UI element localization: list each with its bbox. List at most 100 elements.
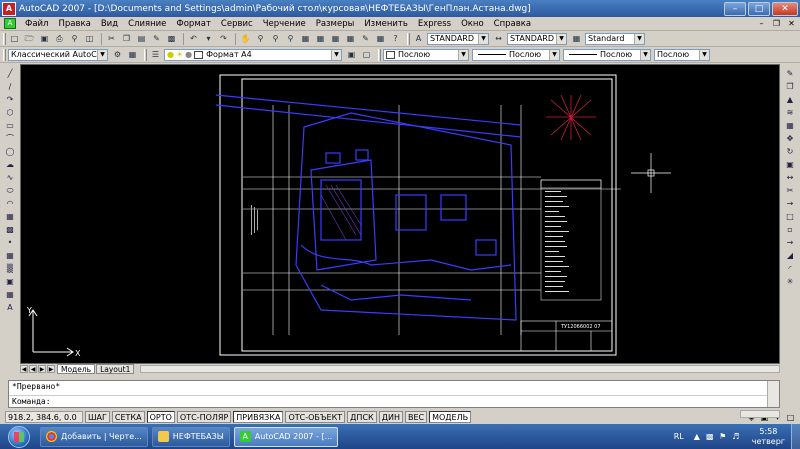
markup-icon[interactable]: ✎ — [359, 33, 372, 45]
autocad-logo-icon[interactable]: A — [2, 1, 16, 16]
plot-icon[interactable]: ⎙ — [53, 33, 66, 45]
toolbar-grip[interactable] — [407, 32, 410, 45]
make-object-layer-current-icon[interactable]: ▣ — [345, 49, 358, 61]
menu-format[interactable]: Формат — [171, 19, 216, 29]
erase-icon[interactable]: ✎ — [783, 68, 797, 80]
gradient-icon[interactable]: ▒ — [3, 263, 17, 275]
menu-file[interactable]: Файл — [20, 19, 53, 29]
coordinate-readout[interactable]: 918.2, 384.6, 0.0 — [5, 411, 83, 423]
table-style-icon[interactable]: ▦ — [570, 33, 583, 45]
table-style-select[interactable]: Standard ▼ — [585, 32, 645, 45]
tab-layout1[interactable]: Layout1 — [96, 364, 135, 374]
drawing-canvas[interactable]: ТУ12066002 07 Y X — [20, 64, 780, 364]
text-style-icon[interactable]: A — [412, 33, 425, 45]
tray-expand-icon[interactable]: ▲ — [692, 432, 702, 442]
menu-window[interactable]: Окно — [456, 19, 489, 29]
text-style-select[interactable]: STANDARD ▼ — [427, 32, 489, 45]
join-icon[interactable]: → — [783, 237, 797, 249]
new-file-icon[interactable]: □ — [8, 33, 21, 45]
multiline-text-icon[interactable]: A — [3, 302, 17, 314]
menu-edit[interactable]: Правка — [53, 19, 95, 29]
extend-icon[interactable]: → — [783, 198, 797, 210]
zoom-window-icon[interactable]: ⚲ — [269, 33, 282, 45]
construction-line-icon[interactable]: ∕ — [3, 81, 17, 93]
clock[interactable]: 5:58 четверг — [752, 427, 785, 447]
paste-icon[interactable]: ▤ — [135, 33, 148, 45]
circle-icon[interactable]: ◯ — [3, 146, 17, 158]
break-icon[interactable]: ▫ — [783, 224, 797, 236]
undo-dropdown-icon[interactable]: ▾ — [202, 33, 215, 45]
status-ducs-button[interactable]: ДПСК — [347, 411, 377, 423]
next-tab-icon[interactable]: ▶ — [38, 365, 46, 373]
status-dyn-button[interactable]: ДИН — [378, 411, 403, 423]
cut-icon[interactable]: ✂ — [105, 33, 118, 45]
layer-previous-icon[interactable]: ▢ — [360, 49, 373, 61]
close-button[interactable]: ✕ — [772, 1, 798, 16]
toolbar-grip[interactable] — [3, 48, 6, 61]
pan-icon[interactable]: ✋ — [239, 33, 252, 45]
tab-model[interactable]: Модель — [57, 364, 96, 374]
rectangle-icon[interactable]: ▭ — [3, 120, 17, 132]
workspace-settings-icon[interactable]: ⚙ — [111, 49, 124, 61]
maximize-button[interactable]: □ — [748, 1, 770, 16]
ellipse-arc-icon[interactable]: ◠ — [3, 198, 17, 210]
network-icon[interactable]: ▩ — [705, 432, 715, 442]
command-prompt[interactable]: Команда: — [9, 395, 779, 406]
menu-help[interactable]: Справка — [489, 19, 536, 29]
polyline-icon[interactable]: ↷ — [3, 94, 17, 106]
scale-icon[interactable]: ▣ — [783, 159, 797, 171]
zoom-realtime-icon[interactable]: ⚲ — [254, 33, 267, 45]
doc-close-icon[interactable]: ✕ — [785, 18, 798, 29]
polygon-icon[interactable]: ⬡ — [3, 107, 17, 119]
language-indicator[interactable]: RL — [674, 432, 684, 441]
volume-icon[interactable]: ♬ — [731, 432, 741, 442]
clean-screen-icon[interactable]: □ — [785, 412, 796, 423]
help-icon[interactable]: ? — [389, 33, 402, 45]
taskbar-button-folder[interactable]: НЕФТЕБАЗЫ — [151, 426, 230, 447]
menu-modify[interactable]: Изменить — [359, 19, 413, 29]
copy-icon[interactable]: ❐ — [120, 33, 133, 45]
properties-icon[interactable]: ▦ — [299, 33, 312, 45]
stretch-icon[interactable]: ↔ — [783, 172, 797, 184]
toolbar-grip[interactable] — [3, 32, 6, 45]
line-icon[interactable]: ╱ — [3, 68, 17, 80]
fillet-icon[interactable]: ◜ — [783, 263, 797, 275]
break-at-point-icon[interactable]: □ — [783, 211, 797, 223]
arc-icon[interactable]: ⌒ — [3, 133, 17, 145]
workspace-select[interactable]: Классический AutoCAD ▼ — [8, 48, 108, 61]
dim-style-icon[interactable]: ↔ — [492, 33, 505, 45]
status-otrack-button[interactable]: ОТС-ОБЪЕКТ — [285, 411, 346, 423]
save-icon[interactable]: ▣ — [38, 33, 51, 45]
dim-style-select[interactable]: STANDARD ▼ — [507, 32, 567, 45]
document-icon[interactable]: A — [4, 18, 16, 29]
status-ortho-button[interactable]: ОРТО — [146, 411, 175, 423]
make-block-icon[interactable]: ▩ — [3, 224, 17, 236]
status-polar-button[interactable]: ОТС-ПОЛЯР — [176, 411, 232, 423]
quickcalc-icon[interactable]: ▦ — [374, 33, 387, 45]
publish-icon[interactable]: ◫ — [83, 33, 96, 45]
table-icon[interactable]: ▦ — [3, 289, 17, 301]
taskbar-button-autocad[interactable]: A AutoCAD 2007 - [... — [233, 426, 339, 447]
menu-view[interactable]: Вид — [96, 19, 123, 29]
flag-icon[interactable]: ⚑ — [718, 432, 728, 442]
doc-minimize-icon[interactable]: – — [755, 18, 768, 29]
minimize-button[interactable]: – — [724, 1, 746, 16]
menu-tools[interactable]: Сервис — [216, 19, 258, 29]
horizontal-scrollbar[interactable] — [140, 365, 780, 373]
doc-restore-icon[interactable]: ❐ — [770, 18, 783, 29]
color-select[interactable]: Послою ▼ — [383, 48, 469, 61]
command-line[interactable]: *Прервано* Команда: — [8, 380, 780, 408]
plotstyle-select[interactable]: Послою ▼ — [654, 48, 710, 61]
command-scrollbar[interactable] — [767, 381, 779, 407]
plot-preview-icon[interactable]: ⚲ — [68, 33, 81, 45]
chamfer-icon[interactable]: ◢ — [783, 250, 797, 262]
undo-icon[interactable]: ↶ — [187, 33, 200, 45]
command-hscrollbar[interactable] — [740, 410, 780, 418]
array-icon[interactable]: ▦ — [783, 120, 797, 132]
start-button[interactable] — [8, 425, 30, 448]
redo-icon[interactable]: ↷ — [217, 33, 230, 45]
offset-icon[interactable]: ≋ — [783, 107, 797, 119]
show-desktop-button[interactable] — [791, 424, 800, 449]
last-tab-icon[interactable]: ▶ — [47, 365, 55, 373]
zoom-previous-icon[interactable]: ⚲ — [284, 33, 297, 45]
